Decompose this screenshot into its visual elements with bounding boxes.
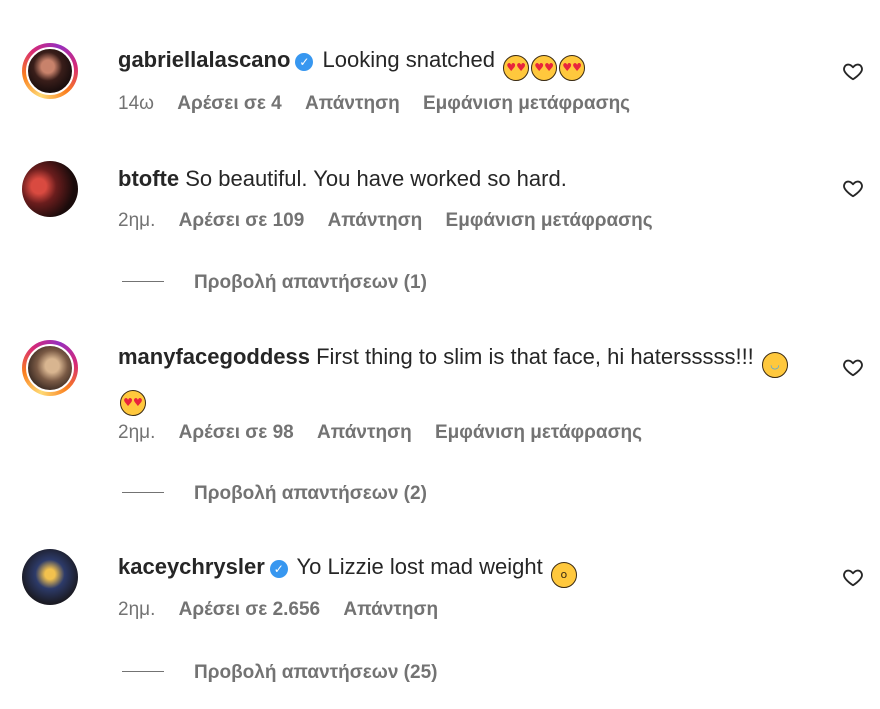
comment-likes[interactable]: Αρέσει σε 2.656 xyxy=(179,599,320,620)
avatar-image xyxy=(26,344,74,392)
comment-meta: 2ημ. Αρέσει σε 2.656 Απάντηση xyxy=(118,599,456,621)
heart-outline-icon[interactable] xyxy=(842,177,864,199)
heart-outline-icon[interactable] xyxy=(842,356,864,378)
comment-username[interactable]: kaceychrysler xyxy=(118,554,265,579)
comment-likes[interactable]: Αρέσει σε 4 xyxy=(177,93,281,114)
show-translation-button[interactable]: Εμφάνιση μετάφρασης xyxy=(435,422,642,443)
comment-text: Yo Lizzie lost mad weight xyxy=(296,554,543,579)
view-replies-label: Προβολή απαντήσεων (1) xyxy=(194,272,427,293)
reply-button[interactable]: Απάντηση xyxy=(343,599,438,620)
comment-username[interactable]: manyfacegoddess xyxy=(118,344,310,369)
divider xyxy=(122,280,164,282)
smiling-heart-eyes-icon: ♥♥ xyxy=(531,55,558,81)
reply-button[interactable]: Απάντηση xyxy=(305,93,400,114)
comment-time[interactable]: 14ω xyxy=(118,93,154,114)
comment-meta: 14ω Αρέσει σε 4 Απάντηση Εμφάνιση μετάφρ… xyxy=(118,93,648,115)
comment-line: gabriellalascano ✓ Looking snatched ♥♥ ♥♥ ♥… xyxy=(118,43,800,81)
comment-line: manyfacegoddess First thing to slim is t… xyxy=(118,340,800,416)
heart-outline-icon[interactable] xyxy=(842,566,864,588)
verified-badge-icon: ✓ xyxy=(269,560,288,578)
comment-time[interactable]: 2ημ. xyxy=(118,210,155,231)
comment-text: First thing to slim is that face, hi hat… xyxy=(316,344,754,369)
view-replies-button[interactable]: Προβολή απαντήσεων (25) xyxy=(122,662,437,684)
divider xyxy=(122,670,164,672)
divider xyxy=(122,491,164,493)
avatar-manyfacegoddess[interactable] xyxy=(22,340,78,396)
comment-line: kaceychrysler ✓ Yo Lizzie lost mad weight… xyxy=(118,550,800,588)
show-translation-button[interactable]: Εμφάνιση μετάφρασης xyxy=(446,210,653,231)
avatar-kaceychrysler[interactable] xyxy=(22,549,78,605)
comment-text: So beautiful. You have worked so hard. xyxy=(185,166,567,191)
smiling-heart-eyes-icon: ♥♥ xyxy=(559,55,586,81)
comment-likes[interactable]: Αρέσει σε 109 xyxy=(179,210,305,231)
verified-badge-icon: ✓ xyxy=(295,53,314,71)
avatar-image xyxy=(26,47,74,95)
view-replies-label: Προβολή απαντήσεων (25) xyxy=(194,662,438,683)
astonished-face-icon: o xyxy=(550,562,577,588)
comment-time[interactable]: 2ημ. xyxy=(118,422,155,443)
comment-username[interactable]: gabriellalascano xyxy=(118,47,290,72)
comment-line: btofte So beautiful. You have worked so … xyxy=(118,162,800,196)
tears-of-joy-icon: ◡ xyxy=(761,352,788,378)
avatar-btofte[interactable] xyxy=(22,161,78,217)
comment-username[interactable]: btofte xyxy=(118,166,179,191)
smiling-heart-eyes-icon: ♥♥ xyxy=(120,390,146,416)
avatar-image xyxy=(22,549,78,605)
comment-meta: 2ημ. Αρέσει σε 98 Απάντηση Εμφάνιση μετά… xyxy=(118,422,660,444)
comment-time[interactable]: 2ημ. xyxy=(118,599,155,620)
comment-likes[interactable]: Αρέσει σε 98 xyxy=(179,422,294,443)
view-replies-button[interactable]: Προβολή απαντήσεων (2) xyxy=(122,483,427,505)
comment-text: Looking snatched xyxy=(322,47,496,72)
heart-outline-icon[interactable] xyxy=(842,60,864,82)
show-translation-button[interactable]: Εμφάνιση μετάφρασης xyxy=(423,93,630,114)
view-replies-button[interactable]: Προβολή απαντήσεων (1) xyxy=(122,272,427,294)
view-replies-label: Προβολή απαντήσεων (2) xyxy=(194,483,427,504)
smiling-heart-eyes-icon: ♥♥ xyxy=(503,55,530,81)
avatar-image xyxy=(22,161,78,217)
reply-button[interactable]: Απάντηση xyxy=(317,422,412,443)
comment-meta: 2ημ. Αρέσει σε 109 Απάντηση Εμφάνιση μετ… xyxy=(118,210,671,232)
avatar-gabriellalascano[interactable] xyxy=(22,43,78,99)
reply-button[interactable]: Απάντηση xyxy=(328,210,423,231)
